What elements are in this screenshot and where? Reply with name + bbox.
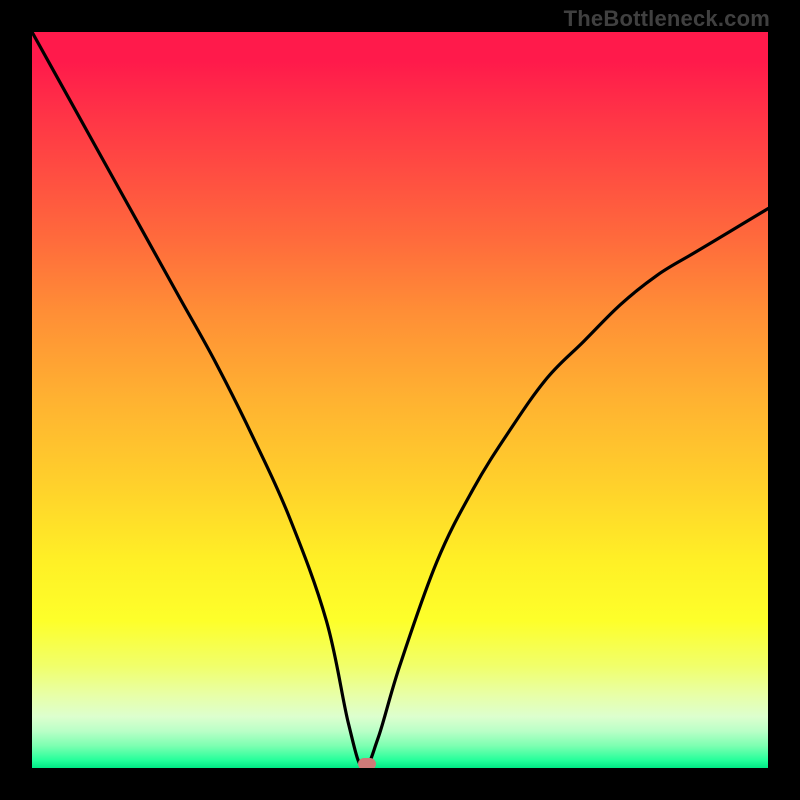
plot-area [32, 32, 768, 768]
optimal-point-marker [358, 758, 376, 768]
chart-frame: TheBottleneck.com [0, 0, 800, 800]
bottleneck-curve [32, 32, 768, 768]
watermark-text: TheBottleneck.com [564, 6, 770, 32]
